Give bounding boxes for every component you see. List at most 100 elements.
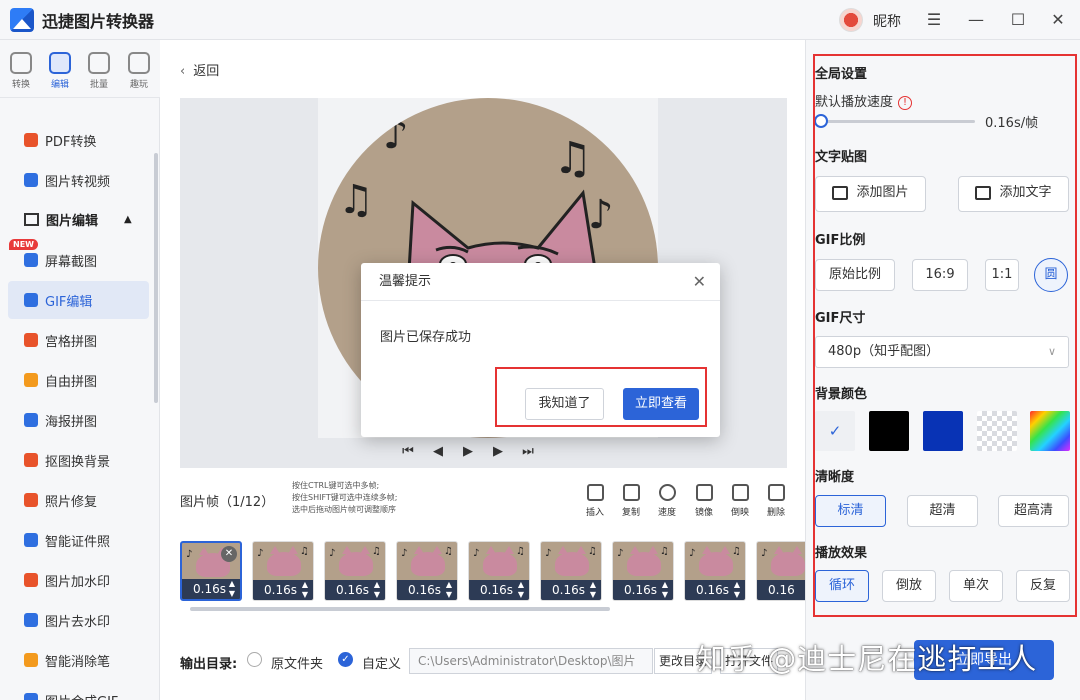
view-now-button[interactable]: 立即查看: [623, 388, 699, 420]
sidebar-scrollbar[interactable]: [154, 153, 158, 403]
frame-thumb[interactable]: ♪ ♫ 0.16s ▲ ▼: [612, 541, 674, 601]
frame-duration[interactable]: 0.16s ▲ ▼: [397, 580, 457, 600]
frame-thumb[interactable]: ♪ ♫ 0.16s ▲ ▼: [252, 541, 314, 601]
sidebar-item-id-photo[interactable]: 智能证件照: [8, 521, 149, 559]
sidebar-item-add-watermark[interactable]: 图片加水印: [8, 561, 149, 599]
rail-batch[interactable]: 批量: [82, 52, 116, 90]
delete-button[interactable]: 删除: [761, 484, 791, 518]
sidebar-item-gif-compose[interactable]: 图片合成GIF: [8, 681, 149, 700]
output-label: 输出目录:: [180, 657, 238, 672]
frame-duration[interactable]: 0.16s ▲ ▼: [685, 580, 745, 600]
repair-icon: [24, 493, 38, 507]
watermark-add-icon: [24, 573, 38, 587]
sidebar-item-screenshot[interactable]: 屏幕截图: [8, 241, 149, 279]
sidebar-item-label: PDF转换: [45, 134, 97, 150]
stepper-icon[interactable]: ▲ ▼: [518, 580, 524, 600]
dismiss-button[interactable]: 我知道了: [525, 388, 604, 420]
insert-icon: [586, 484, 604, 501]
step-back-icon[interactable]: ◀: [430, 444, 446, 459]
step-forward-icon[interactable]: ▶: [490, 444, 506, 459]
close-icon[interactable]: ✕: [1048, 10, 1068, 30]
sidebar-group-image-edit[interactable]: 图片编辑 ▲: [24, 210, 132, 229]
rail-edit[interactable]: 编辑: [43, 52, 77, 90]
stepper-icon[interactable]: ▲ ▼: [374, 580, 380, 600]
mirror-button[interactable]: 镜像: [689, 484, 719, 518]
gif-compose-icon: [24, 693, 38, 700]
sidebar-item-cutout[interactable]: 抠图换背景: [8, 441, 149, 479]
stepper-icon[interactable]: ▲ ▼: [662, 580, 668, 600]
skip-back-icon[interactable]: ⏮: [400, 444, 416, 459]
back-button[interactable]: ‹ 返回: [180, 60, 219, 79]
frame-duration[interactable]: 0.16s ▲ ▼: [325, 580, 385, 600]
frame-thumb[interactable]: ♪ ♫ 0.16s ▲ ▼: [468, 541, 530, 601]
image-edit-icon: [24, 213, 39, 226]
close-icon[interactable]: ✕: [221, 546, 237, 562]
frame-thumb[interactable]: ♪ ♫ 0.16s ▲ ▼: [396, 541, 458, 601]
sidebar-item-pdf[interactable]: PDF转换: [8, 121, 149, 159]
stepper-icon[interactable]: ▲ ▼: [446, 580, 452, 600]
sidebar-item-poster[interactable]: 海报拼图: [8, 401, 149, 439]
sidebar-item-label: 智能证件照: [45, 534, 111, 550]
screenshot-icon: [24, 253, 38, 267]
play-icon[interactable]: ▶: [460, 444, 476, 459]
sidebar-item-img2video[interactable]: 图片转视频: [8, 161, 149, 199]
duration-value: 0.16s: [408, 583, 441, 597]
sidebar-item-remove-watermark[interactable]: 图片去水印: [8, 601, 149, 639]
hint-line: 按住CTRL键可选中多帧;: [292, 481, 380, 490]
copy-button[interactable]: 复制: [616, 484, 646, 518]
insert-button[interactable]: 插入: [580, 484, 610, 518]
reflect-button[interactable]: 倒映: [725, 484, 755, 518]
frames-scrollbar[interactable]: [190, 607, 610, 611]
sidebar-item-grid-collage[interactable]: 宫格拼图: [8, 321, 149, 359]
frame-thumb[interactable]: ♪ ♫ 0.16s ▲ ▼: [540, 541, 602, 601]
menu-icon[interactable]: ☰: [924, 10, 944, 30]
custom-folder-label: 自定义: [362, 657, 402, 672]
frame-thumb[interactable]: ♪ ♫ 0.16s ▲ ▼: [324, 541, 386, 601]
note-icon: ♪: [329, 548, 336, 559]
rail-fun[interactable]: 趣玩: [122, 52, 156, 90]
avatar[interactable]: [839, 8, 863, 32]
original-folder-radio[interactable]: [247, 652, 262, 667]
minimize-icon[interactable]: —: [966, 10, 986, 30]
note-icon: ♫: [300, 546, 309, 557]
output-path-input[interactable]: C:\Users\Administrator\Desktop\图片: [409, 648, 653, 674]
frame-duration[interactable]: 0.16s ▲ ▼: [613, 580, 673, 600]
skip-forward-icon[interactable]: ⏭: [520, 444, 536, 459]
stepper-icon[interactable]: ▲ ▼: [734, 580, 740, 600]
sidebar-item-free-collage[interactable]: 自由拼图: [8, 361, 149, 399]
rail-label: 趣玩: [129, 80, 148, 90]
duration-value: 0.16s: [193, 582, 226, 596]
speed-button[interactable]: 速度: [652, 484, 682, 518]
note-icon: ♫: [732, 546, 741, 557]
rail-convert[interactable]: 转换: [4, 52, 38, 90]
stepper-icon[interactable]: ▲ ▼: [229, 579, 235, 599]
sidebar-item-label: 抠图换背景: [45, 454, 111, 470]
cat-thumb: [555, 546, 589, 576]
frame-thumb[interactable]: ♪ 0.16: [756, 541, 805, 601]
sidebar-item-label: 图片合成GIF: [45, 691, 118, 700]
cat-thumb: [771, 546, 805, 576]
sidebar-item-label: 屏幕截图: [45, 254, 98, 270]
cat-thumb: [627, 546, 661, 576]
maximize-icon[interactable]: ☐: [1008, 10, 1028, 30]
nickname[interactable]: 昵称: [873, 11, 901, 31]
tool-label: 倒映: [730, 508, 749, 518]
stepper-icon[interactable]: ▲ ▼: [302, 580, 308, 600]
close-icon[interactable]: ✕: [693, 263, 706, 301]
collage-icon: [24, 373, 38, 387]
custom-folder-radio[interactable]: ✓: [338, 652, 353, 667]
frame-thumb[interactable]: ♪ ♫ 0.16s ▲ ▼: [684, 541, 746, 601]
frame-duration[interactable]: 0.16s ▲ ▼: [253, 580, 313, 600]
sidebar-item-gif-edit[interactable]: GIF编辑: [8, 281, 149, 319]
frame-thumb[interactable]: ♪♫ ✕ 0.16s▲▼: [180, 541, 242, 601]
frame-duration[interactable]: 0.16s ▲ ▼: [541, 580, 601, 600]
sidebar-item-eraser[interactable]: 智能消除笔: [8, 641, 149, 679]
frame-duration[interactable]: 0.16: [757, 580, 805, 600]
stepper-icon[interactable]: ▲ ▼: [590, 580, 596, 600]
tool-label: 速度: [657, 508, 676, 518]
sidebar-item-photo-repair[interactable]: 照片修复: [8, 481, 149, 519]
frame-duration[interactable]: 0.16s ▲ ▼: [469, 580, 529, 600]
save-success-dialog: 温馨提示 ✕ 图片已保存成功 我知道了 立即查看: [361, 263, 720, 437]
duration-value: 0.16s: [624, 583, 657, 597]
frame-duration[interactable]: 0.16s ▲ ▼: [182, 579, 240, 599]
